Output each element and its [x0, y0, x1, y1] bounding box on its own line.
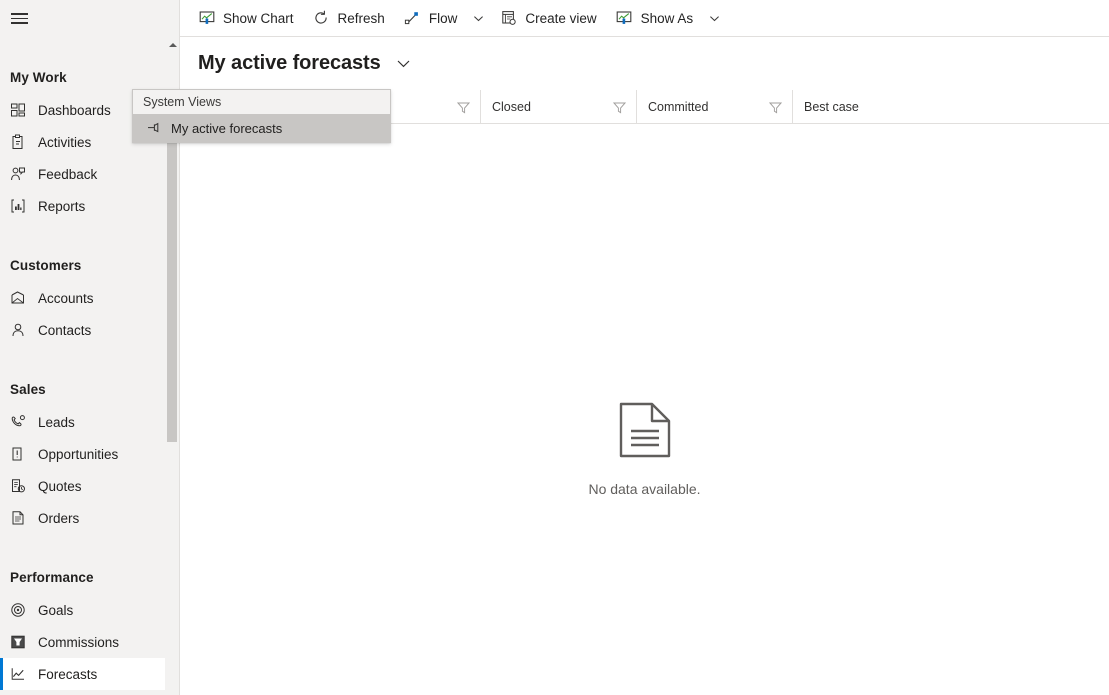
column-header-label: Committed [648, 100, 709, 114]
show-as-chevron-down-icon[interactable] [702, 0, 726, 36]
nav-group-sales: Sales Leads Opportunities Quotes Orders [0, 346, 179, 534]
view-selector-flyout: System Views My active forecasts [132, 89, 391, 143]
sidebar-item-users[interactable]: Users [0, 690, 179, 695]
sidebar-item-opportunities[interactable]: Opportunities [0, 438, 179, 470]
filter-icon[interactable] [612, 100, 626, 114]
sidebar-item-quotes[interactable]: Quotes [0, 470, 179, 502]
sidebar-item-orders[interactable]: Orders [0, 502, 179, 534]
view-header: My active forecasts [180, 37, 1109, 90]
report-chart-icon [10, 196, 32, 216]
nav-group-title: Sales [10, 382, 46, 397]
order-doc-icon [10, 508, 32, 528]
refresh-icon [312, 10, 331, 27]
sidebar-item-label: Forecasts [38, 666, 98, 682]
view-selector-chevron-down-icon[interactable] [391, 49, 417, 79]
sidebar-item-label: Dashboards [38, 102, 111, 118]
column-header-label: Best case [804, 100, 859, 114]
opportunity-icon [10, 444, 32, 464]
commission-icon [10, 632, 32, 652]
refresh-button[interactable]: Refresh [303, 0, 394, 36]
nav-group-title: Customers [10, 258, 82, 273]
sidebar-item-goals[interactable]: Goals [0, 594, 179, 626]
create-view-button[interactable]: Create view [490, 0, 605, 36]
sidebar-item-contacts[interactable]: Contacts [0, 314, 179, 346]
dashboard-icon [10, 100, 32, 120]
show-chart-icon [197, 10, 216, 27]
show-chart-button[interactable]: Show Chart [188, 0, 303, 36]
feedback-person-icon [10, 164, 32, 184]
command-label: Show As [640, 10, 694, 26]
command-label: Create view [525, 10, 597, 26]
page-title: My active forecasts [198, 52, 381, 74]
column-header-label: Closed [492, 100, 531, 114]
command-bar: Show Chart Refresh Flow Create view Show… [180, 0, 1109, 37]
show-as-button[interactable]: Show As [606, 0, 703, 36]
sidebar-item-label: Quotes [38, 478, 82, 494]
sidebar-item-commissions[interactable]: Commissions [0, 626, 179, 658]
sidebar-item-feedback[interactable]: Feedback [0, 158, 179, 190]
column-header-committed[interactable]: Committed [636, 90, 792, 123]
flyout-item-label: My active forecasts [171, 120, 283, 136]
command-label: Flow [428, 10, 458, 26]
sidebar-item-label: Contacts [38, 322, 92, 338]
sidebar-item-label: Orders [38, 510, 80, 526]
flyout-item-my-active-forecasts[interactable]: My active forecasts [133, 114, 390, 142]
filter-icon[interactable] [768, 100, 782, 114]
sidebar-item-forecasts[interactable]: Forecasts [0, 658, 179, 690]
flyout-section-title: System Views [133, 90, 390, 114]
command-label: Refresh [337, 10, 385, 26]
command-label: Show Chart [223, 10, 294, 26]
lead-phone-icon [10, 412, 32, 432]
nav-group-title: My Work [10, 70, 67, 85]
sidebar-item-label: Accounts [38, 290, 94, 306]
show-as-icon [615, 10, 634, 27]
empty-document-icon [618, 402, 672, 463]
flow-icon [403, 10, 422, 27]
sidebar-item-accounts[interactable]: Accounts [0, 282, 179, 314]
sidebar-scrollbar-thumb[interactable] [167, 132, 177, 442]
filter-icon[interactable] [456, 100, 470, 114]
flow-chevron-down-icon[interactable] [466, 0, 490, 36]
column-header-best-case[interactable]: Best case [792, 90, 948, 123]
scroll-up-arrow-icon[interactable] [165, 38, 179, 52]
menu-icon[interactable] [0, 0, 38, 37]
sidebar-item-label: Feedback [38, 166, 98, 182]
nav-group-title: Performance [10, 570, 94, 585]
create-view-icon [499, 10, 518, 27]
column-header-closed[interactable]: Closed [480, 90, 636, 123]
contact-person-icon [10, 320, 32, 340]
grid-body: No data available. [180, 124, 1109, 695]
sidebar-item-leads[interactable]: Leads [0, 406, 179, 438]
sidebar-item-label: Reports [38, 198, 86, 214]
app-root: My Work Dashboards Activities Feedback R… [0, 0, 1109, 695]
sidebar-header [0, 0, 179, 37]
sidebar-item-label: Leads [38, 414, 75, 430]
quote-doc-icon [10, 476, 32, 496]
target-icon [10, 600, 32, 620]
sidebar-item-label: Activities [38, 134, 92, 150]
sidebar-item-reports[interactable]: Reports [0, 190, 179, 222]
empty-state-message: No data available. [588, 481, 701, 497]
sidebar-item-label: Goals [38, 602, 74, 618]
account-box-icon [10, 288, 32, 308]
clipboard-icon [10, 132, 32, 152]
nav-group-performance: Performance Goals Commissions Forecasts [0, 534, 179, 695]
sidebar-item-label: Commissions [38, 634, 120, 650]
flow-button[interactable]: Flow [394, 0, 467, 36]
sidebar-item-label: Opportunities [38, 446, 119, 462]
forecast-chart-icon [10, 664, 32, 684]
nav-group-customers: Customers Accounts Contacts [0, 222, 179, 346]
empty-state: No data available. [180, 124, 1109, 497]
pin-icon [143, 120, 163, 136]
